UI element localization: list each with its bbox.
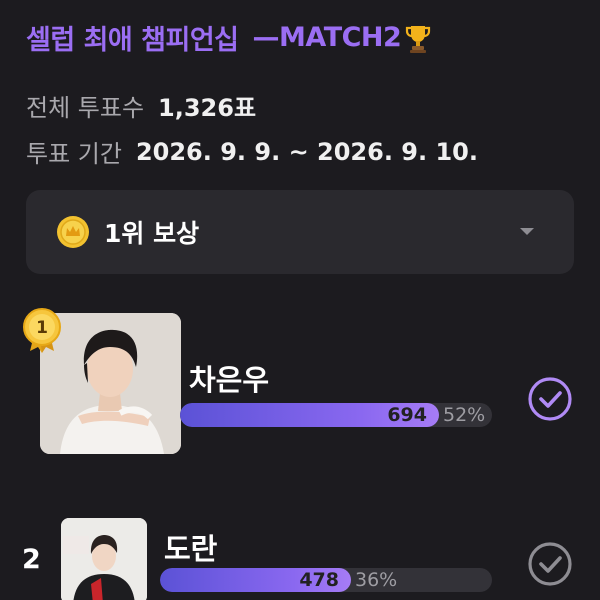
rank-number: 2 <box>22 544 41 575</box>
vote-percent: 52% <box>443 404 486 426</box>
candidate-photo <box>61 518 147 600</box>
vote-page: 셀럽 최애 챔피언십 —MATCH2 전체 투표수 1,326표 투표 기간 2… <box>0 0 600 600</box>
vote-period-label: 투표 기간 <box>26 140 122 168</box>
candidate-name: 도란 <box>164 532 218 566</box>
vote-bar: 478 36% <box>160 568 492 592</box>
total-votes-value: 1,326표 <box>158 94 257 122</box>
vote-count: 694 <box>387 404 427 426</box>
vote-percent: 36% <box>355 569 398 591</box>
medal-rank-text: 1 <box>36 318 48 338</box>
chevron-down-icon <box>520 228 534 235</box>
rank-1-medal-icon: 1 <box>23 308 61 353</box>
coin-icon <box>57 216 89 248</box>
title-text: 셀럽 최애 챔피언십 <box>26 25 239 56</box>
vote-period-row: 투표 기간 2026. 9. 9. ~ 2026. 9. 10. <box>26 134 478 169</box>
reward-dropdown[interactable]: 1위 보상 <box>26 190 574 274</box>
trophy-icon <box>406 25 431 53</box>
vote-period-value: 2026. 9. 9. ~ 2026. 9. 10. <box>135 137 478 166</box>
vote-bar: 694 52% <box>180 403 492 427</box>
reward-label: 1위 보상 <box>104 219 200 248</box>
vote-count: 478 <box>299 569 339 591</box>
check-circle-icon[interactable] <box>526 540 574 588</box>
check-circle-icon[interactable] <box>526 375 574 423</box>
page-title: 셀럽 최애 챔피언십 —MATCH2 <box>26 18 431 57</box>
match-text: —MATCH2 <box>252 22 402 53</box>
total-votes-label: 전체 투표수 <box>26 94 145 122</box>
total-votes-row: 전체 투표수 1,326표 <box>26 88 256 123</box>
candidate-name: 차은우 <box>189 363 270 397</box>
